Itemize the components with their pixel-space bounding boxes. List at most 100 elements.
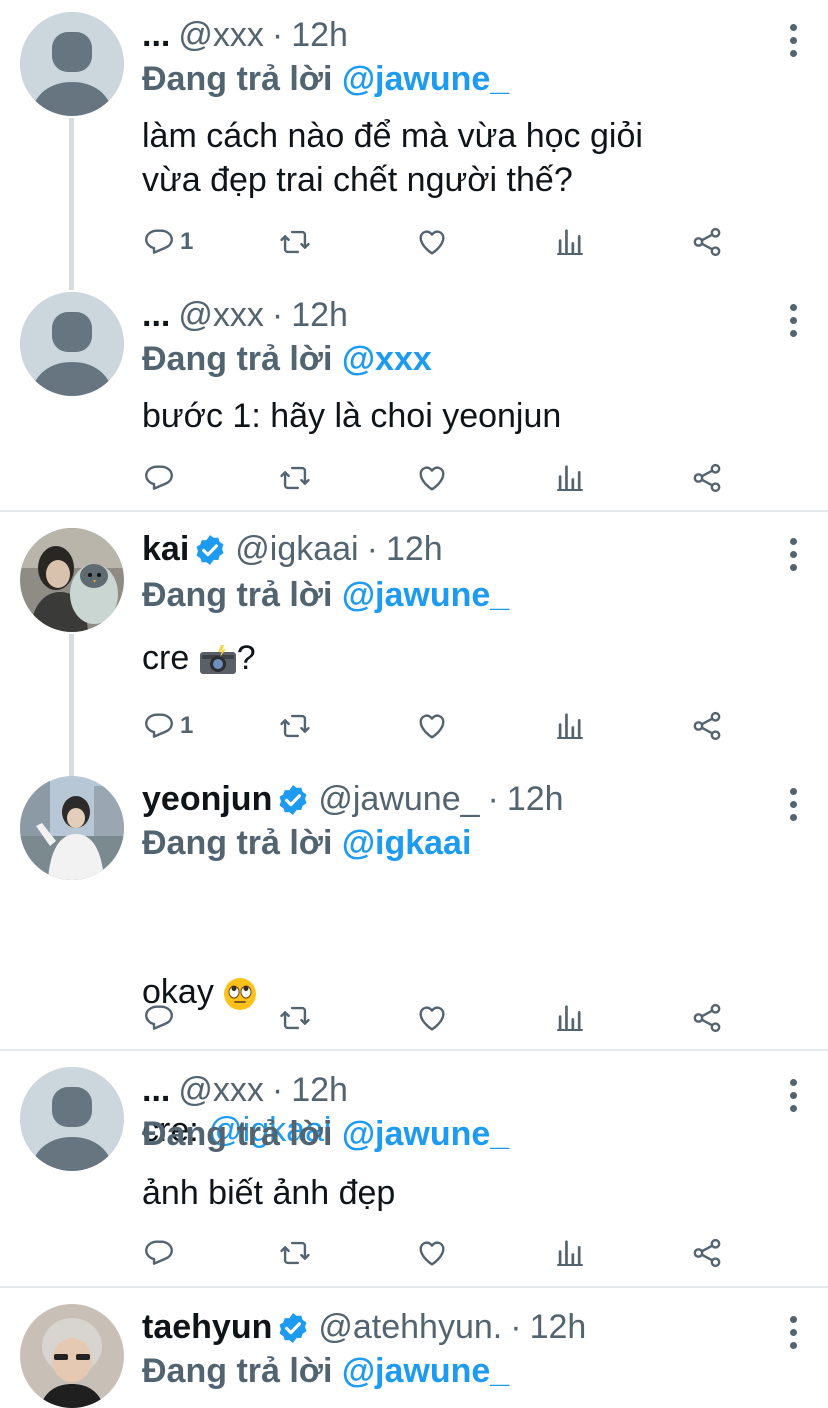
share-icon (690, 1236, 724, 1270)
share-button[interactable] (690, 222, 724, 262)
avatar[interactable] (20, 776, 124, 880)
more-options-icon[interactable] (788, 538, 798, 574)
display-name[interactable]: ... (142, 1071, 170, 1110)
avatar[interactable] (20, 292, 124, 396)
user-handle[interactable]: @jawune_ (318, 780, 479, 819)
default-profile-icon (20, 12, 124, 116)
replying-to-mention[interactable]: @jawune_ (342, 1115, 509, 1153)
replying-prefix: Đang trả lời (142, 340, 333, 378)
like-button[interactable] (415, 1233, 449, 1273)
verified-badge-icon (276, 783, 310, 817)
timestamp[interactable]: 12h (291, 16, 348, 55)
view-stats-button[interactable] (553, 1233, 587, 1273)
reply-button[interactable] (142, 1233, 176, 1273)
tweet-item[interactable]: ... @xxx · 12h Đang trả lời @xxx bước 1:… (0, 280, 828, 510)
reply-icon (142, 1236, 176, 1270)
tweet-item[interactable]: yeonjun @jawune_ · 12h Đang trả lời @igk… (0, 772, 828, 1149)
display-name[interactable]: ... (142, 296, 170, 335)
display-name[interactable]: kai (142, 530, 189, 569)
more-options-icon[interactable] (788, 24, 798, 60)
more-options-icon[interactable] (788, 1316, 798, 1352)
more-options-icon[interactable] (788, 788, 798, 824)
heart-icon (415, 461, 449, 495)
separator-dot: · (366, 530, 378, 568)
stats-icon (553, 709, 587, 743)
reply-icon (142, 1001, 176, 1035)
replying-to-mention[interactable]: @igkaai (342, 824, 472, 862)
reply-count: 1 (180, 228, 194, 255)
tweet-text: cre ? (142, 636, 802, 680)
replying-to-mention[interactable]: @jawune_ (342, 1352, 509, 1390)
avatar[interactable] (20, 1067, 124, 1171)
timestamp[interactable]: 12h (386, 530, 443, 569)
avatar[interactable] (20, 1304, 124, 1408)
user-handle[interactable]: @xxx (178, 16, 264, 55)
user-handle[interactable]: @xxx (178, 1071, 264, 1110)
tweet-item[interactable]: ... @xxx · 12h Đang trả lời @jawune_ làm… (0, 0, 828, 280)
share-button[interactable] (690, 706, 724, 746)
replying-prefix: Đang trả lời (142, 60, 333, 98)
heart-icon (415, 1001, 449, 1035)
tweet-text: bước 1: hãy là choi yeonjun (142, 397, 562, 435)
retweet-button[interactable] (278, 222, 312, 262)
tweet-text-main: cre (142, 639, 199, 677)
verified-badge-icon (276, 1311, 310, 1345)
reply-button[interactable] (142, 998, 176, 1038)
retweet-button[interactable] (278, 706, 312, 746)
timestamp[interactable]: 12h (291, 296, 348, 335)
stats-icon (553, 225, 587, 259)
timestamp[interactable]: 12h (530, 1308, 587, 1347)
reply-button[interactable] (142, 458, 176, 498)
view-stats-button[interactable] (553, 706, 587, 746)
replying-to: Đang trả lời @jawune_ (142, 576, 509, 615)
separator-dot: · (510, 1308, 522, 1346)
share-icon (690, 225, 724, 259)
retweet-button[interactable] (278, 458, 312, 498)
reply-button[interactable]: 1 (142, 222, 193, 262)
profile-photo (20, 1304, 124, 1408)
profile-photo (20, 528, 124, 632)
like-button[interactable] (415, 222, 449, 262)
default-profile-icon (20, 1067, 124, 1171)
reply-button[interactable]: 1 (142, 706, 193, 746)
retweet-icon (278, 225, 312, 259)
tweet-item[interactable]: kai @igkaai · 12h Đang trả lời @jawune_ … (0, 512, 828, 772)
like-button[interactable] (415, 706, 449, 746)
timestamp[interactable]: 12h (507, 780, 564, 819)
replying-to: Đang trả lời @jawune_ (142, 60, 509, 99)
view-stats-button[interactable] (553, 458, 587, 498)
retweet-button[interactable] (278, 998, 312, 1038)
replying-to: Đang trả lời @jawune_ (142, 1352, 509, 1391)
view-stats-button[interactable] (553, 222, 587, 262)
like-button[interactable] (415, 998, 449, 1038)
retweet-icon (278, 461, 312, 495)
tweet-item[interactable]: ... @xxx · 12h Đang trả lời @jawune_ ảnh… (0, 1051, 828, 1285)
share-button[interactable] (690, 458, 724, 498)
retweet-icon (278, 1001, 312, 1035)
display-name[interactable]: yeonjun (142, 780, 272, 819)
share-icon (690, 461, 724, 495)
avatar[interactable] (20, 12, 124, 116)
replying-to-mention[interactable]: @xxx (342, 340, 432, 378)
tweet-item[interactable]: taehyun @atehhyun. · 12h Đang trả lời @j… (0, 1288, 828, 1408)
heart-icon (415, 1236, 449, 1270)
share-button[interactable] (690, 1233, 724, 1273)
view-stats-button[interactable] (553, 998, 587, 1038)
display-name[interactable]: taehyun (142, 1308, 272, 1347)
stats-icon (553, 1001, 587, 1035)
replying-to-mention[interactable]: @jawune_ (342, 60, 509, 98)
display-name[interactable]: ... (142, 16, 170, 55)
user-handle[interactable]: @xxx (178, 296, 264, 335)
share-icon (690, 709, 724, 743)
timestamp[interactable]: 12h (291, 1071, 348, 1110)
user-handle[interactable]: @igkaai (235, 530, 358, 569)
retweet-button[interactable] (278, 1233, 312, 1273)
share-button[interactable] (690, 998, 724, 1038)
more-options-icon[interactable] (788, 304, 798, 340)
more-options-icon[interactable] (788, 1079, 798, 1115)
avatar[interactable] (20, 528, 124, 632)
replying-to-mention[interactable]: @jawune_ (342, 576, 509, 614)
stats-icon (553, 1236, 587, 1270)
like-button[interactable] (415, 458, 449, 498)
user-handle[interactable]: @atehhyun. (318, 1308, 502, 1347)
